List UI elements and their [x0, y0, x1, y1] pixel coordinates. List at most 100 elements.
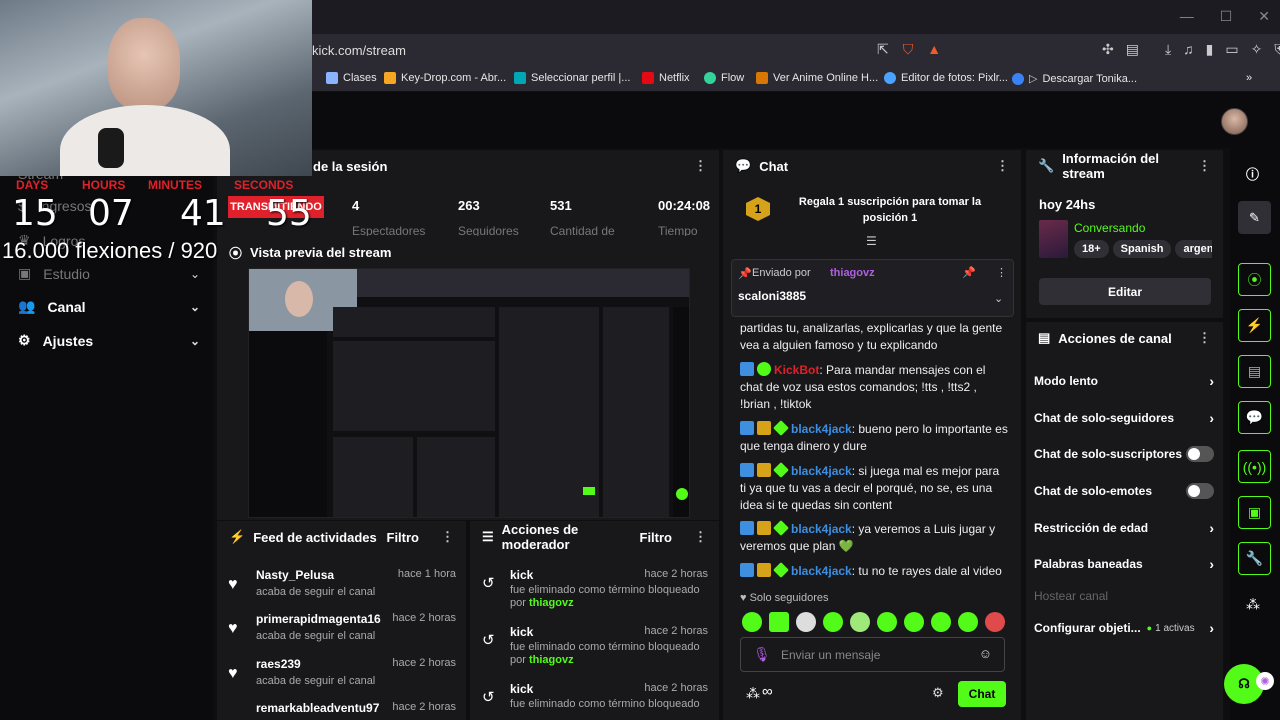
bookmark-item[interactable]: Clases	[326, 72, 377, 84]
chat-input[interactable]: 🎙 Enviar un mensaje ☺	[740, 637, 1005, 672]
slow-mode-item[interactable]: Modo lento ›	[1034, 373, 1214, 389]
emote-icon[interactable]	[769, 612, 789, 632]
avatar[interactable]	[1221, 108, 1248, 135]
microphone-icon[interactable]: 🎙	[753, 646, 771, 663]
category-thumbnail[interactable]	[1039, 220, 1068, 258]
info-icon[interactable]: ⓘ	[1246, 164, 1259, 183]
bot-badge-icon	[757, 362, 771, 376]
chevron-down-icon[interactable]: ⌄	[994, 292, 1003, 305]
download-site-icon	[1012, 72, 1024, 85]
share-icon[interactable]: ⇱	[877, 41, 889, 58]
bolt-icon[interactable]: ⚡	[1238, 309, 1271, 342]
tag[interactable]: argenti	[1175, 240, 1212, 258]
emotes-only-toggle[interactable]	[1186, 483, 1214, 499]
more-options-icon[interactable]: ⋮	[441, 529, 454, 545]
bookmark-item[interactable]: Flow	[704, 72, 744, 84]
emote-icon[interactable]	[850, 612, 870, 632]
clip-icon[interactable]: ⦿	[1238, 263, 1271, 296]
gift-prompt[interactable]: Regala 1 suscripción para tomar la posic…	[790, 194, 990, 226]
reader-icon[interactable]: ▤	[1126, 41, 1139, 58]
emote-icon[interactable]	[742, 612, 762, 632]
wrench-icon[interactable]: 🔧	[1238, 542, 1271, 575]
url-action-icons: ⇱ ⛉ ▲	[877, 41, 941, 58]
sidebar-item-canal[interactable]: 👥 Canal ⌄	[18, 298, 200, 315]
leo-icon[interactable]: ✧	[1251, 41, 1263, 58]
emote-icon[interactable]	[877, 612, 897, 632]
more-options-icon[interactable]: ⋮	[694, 158, 707, 174]
gear-icon[interactable]: ⚙	[932, 685, 944, 701]
undo-icon[interactable]: ↺	[482, 631, 495, 649]
notes-icon[interactable]: ▤	[1238, 355, 1271, 388]
countdown-labels: DAYS HOURS MINUTES SECONDS	[16, 178, 294, 192]
bookmark-item[interactable]: ▷ Descargar Tonika...	[1012, 72, 1137, 85]
download-icon[interactable]: ⤓	[1165, 41, 1171, 58]
bookmark-item[interactable]: Netflix	[642, 72, 690, 84]
emote-icon[interactable]	[796, 612, 816, 632]
vpn-icon[interactable]: ⛨	[1274, 41, 1280, 58]
send-chat-button[interactable]: Chat	[958, 681, 1006, 707]
music-icon[interactable]: ♫	[1183, 41, 1194, 58]
camera-icon[interactable]: ▣	[1238, 496, 1271, 529]
more-options-icon[interactable]: ⋮	[996, 158, 1009, 174]
brave-rewards-icon[interactable]: ▲	[927, 41, 941, 58]
bookmark-item[interactable]: Seleccionar perfil |...	[514, 72, 630, 84]
sidebar-item-ajustes[interactable]: ⚙ Ajustes ⌄	[18, 332, 200, 349]
mod-filter-button[interactable]: Filtro	[640, 530, 673, 545]
moderator-badge-icon	[740, 563, 754, 577]
feed-filter-button[interactable]: Filtro	[387, 530, 420, 545]
banned-words-item[interactable]: Palabras baneadas ›	[1034, 556, 1214, 572]
emote-icon[interactable]	[904, 612, 924, 632]
pinned-sender[interactable]: thiagovz	[830, 267, 875, 279]
bookmark-item[interactable]: Ver Anime Online H...	[756, 72, 878, 84]
anime-icon	[756, 72, 768, 84]
sidebar-item-estudio[interactable]: ▣ Estudio ⌄	[18, 265, 200, 282]
more-options-icon[interactable]: ⋮	[694, 529, 707, 545]
emote-icon[interactable]	[958, 612, 978, 632]
expand-icon[interactable]: ☰	[866, 234, 877, 248]
minimize-button[interactable]: —	[1180, 8, 1194, 25]
edit-icon[interactable]: ✎	[1238, 201, 1271, 234]
maximize-button[interactable]: ☐	[1220, 8, 1233, 25]
dots-icon[interactable]: ⁂	[1246, 596, 1260, 613]
tag[interactable]: 18+	[1074, 240, 1109, 258]
subscribers-only-toggle[interactable]	[1186, 446, 1214, 462]
bookmark-item[interactable]: Key-Drop.com - Abr...	[384, 72, 506, 84]
more-options-icon[interactable]: ⋮	[1198, 330, 1211, 346]
streamer-body	[60, 105, 230, 176]
chevron-down-icon: ⌄	[189, 266, 200, 281]
age-restriction-item[interactable]: Restricción de edad ›	[1034, 520, 1214, 536]
emoji-icon[interactable]: ☺	[979, 646, 992, 661]
moderator-badge-icon	[740, 463, 754, 477]
more-options-icon[interactable]: ⋮	[1198, 158, 1211, 174]
close-button[interactable]: ✕	[1258, 8, 1270, 25]
extension-brain-icon[interactable]: ✺	[1256, 672, 1274, 690]
undo-icon[interactable]: ↺	[482, 688, 495, 706]
wallet-icon[interactable]: ▭	[1225, 41, 1238, 58]
webcam-overlay	[0, 0, 312, 176]
more-bookmarks-button[interactable]: »	[1246, 72, 1252, 84]
emote-icon[interactable]	[931, 612, 951, 632]
tag-list: 18+Spanishargenti	[1074, 240, 1212, 258]
sidebar-icon[interactable]: ▮	[1206, 41, 1214, 58]
url-field[interactable]: kick.com/stream	[312, 43, 406, 58]
emote-icon[interactable]	[823, 612, 843, 632]
tag[interactable]: Spanish	[1112, 240, 1172, 258]
chat-bubble-icon[interactable]: 💬	[1238, 401, 1271, 434]
edit-button[interactable]: Editar	[1039, 278, 1211, 305]
toolbar-icons: ✣ ▤ ⤓ ♫ ▮ ▭ ✧ ⛨ ☰	[1102, 41, 1280, 58]
brave-shield-icon[interactable]: ⛉	[903, 41, 914, 58]
emote-icon[interactable]	[985, 612, 1005, 632]
broadcast-icon[interactable]: ((•))	[1238, 450, 1271, 483]
unpin-icon[interactable]: 📌	[962, 266, 976, 279]
folder-icon	[326, 72, 338, 84]
goals-item[interactable]: Configurar objeti... ● 1 activas ›	[1034, 620, 1214, 636]
extensions-icon[interactable]: ✣	[1102, 41, 1114, 58]
undo-icon[interactable]: ↺	[482, 574, 495, 592]
pinned-message[interactable]: 📌 Enviado por thiagovz scaloni3885 📌 ⋮ ⌄	[731, 259, 1014, 317]
category-link[interactable]: Conversando	[1074, 221, 1145, 235]
more-options-icon[interactable]: ⋮	[996, 266, 1007, 279]
bookmark-item[interactable]: Editor de fotos: Pixlr...	[884, 72, 1008, 84]
followers-only-item[interactable]: Chat de solo-seguidores ›	[1034, 410, 1214, 426]
uptime-value: 00:24:08	[658, 198, 711, 213]
stream-preview-video[interactable]	[248, 268, 690, 518]
